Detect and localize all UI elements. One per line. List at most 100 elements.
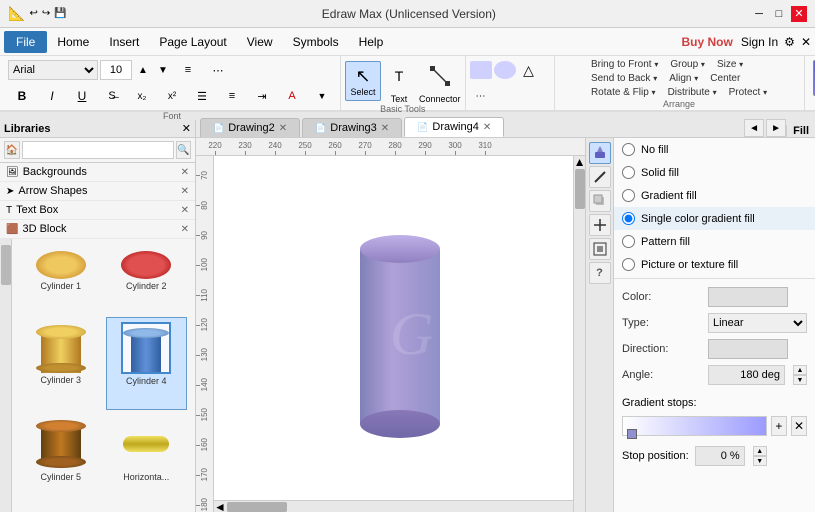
shape-more-button[interactable]: ⋯: [470, 87, 492, 105]
fill-radio-no-fill[interactable]: [622, 143, 635, 156]
menu-symbols[interactable]: Symbols: [283, 31, 349, 53]
menu-home[interactable]: Home: [47, 31, 99, 53]
subscript-button[interactable]: x₂: [128, 84, 156, 108]
tab-drawing3[interactable]: 📄 Drawing3 ✕: [302, 118, 402, 137]
numbered-list-button[interactable]: ≡: [218, 84, 246, 108]
cylinder-drawing[interactable]: G: [360, 229, 440, 439]
help-icon[interactable]: ?: [589, 262, 611, 284]
vscroll-thumb[interactable]: [575, 169, 585, 209]
fill-option-pattern[interactable]: Pattern fill: [614, 230, 815, 253]
lib-item-3d-block[interactable]: 🟫 3D Block ✕: [0, 220, 195, 239]
position-icon[interactable]: [589, 238, 611, 260]
tab-drawing3-close[interactable]: ✕: [381, 123, 389, 134]
align-left-button[interactable]: ≡: [174, 58, 202, 82]
quick-access-redo[interactable]: ↪: [42, 8, 50, 19]
fill-option-no-fill[interactable]: No fill: [614, 138, 815, 161]
fill-radio-gradient[interactable]: [622, 189, 635, 202]
gradient-add-button[interactable]: +: [771, 416, 787, 436]
superscript-button[interactable]: x²: [158, 84, 186, 108]
bold-button[interactable]: B: [8, 84, 36, 108]
shape-item-cylinder3[interactable]: Cylinder 3: [20, 317, 102, 409]
fill-paint-icon[interactable]: [589, 142, 611, 164]
fill-option-solid[interactable]: Solid fill: [614, 161, 815, 184]
close-button[interactable]: ✕: [791, 6, 807, 22]
tab-nav-left[interactable]: ◄: [744, 119, 764, 137]
menu-file[interactable]: File: [4, 31, 47, 53]
minimize-button[interactable]: ─: [751, 6, 767, 22]
size-button[interactable]: Size ▾: [712, 58, 748, 71]
gradient-stop-handle[interactable]: [627, 429, 637, 439]
list-button[interactable]: ☰: [188, 84, 216, 108]
shape-item-cylinder4[interactable]: Cylinder 4: [106, 317, 188, 409]
bring-to-front-button[interactable]: Bring to Front ▾: [586, 58, 663, 71]
menu-view[interactable]: View: [237, 31, 283, 53]
lib-item-text-box[interactable]: T Text Box ✕: [0, 201, 195, 220]
fill-radio-solid[interactable]: [622, 166, 635, 179]
indent-button[interactable]: ⇥: [248, 84, 276, 108]
shape-item-cylinder1[interactable]: Cylinder 1: [20, 247, 102, 313]
lib-backgrounds-close[interactable]: ✕: [181, 167, 189, 178]
font-size-down-button[interactable]: ▼: [154, 58, 172, 82]
line-color-icon[interactable]: [589, 166, 611, 188]
text-button[interactable]: T: [383, 58, 415, 94]
select-button[interactable]: ↖ Select: [345, 61, 381, 101]
tab-drawing2[interactable]: 📄 Drawing2 ✕: [200, 118, 300, 137]
shape-circle-button[interactable]: [494, 61, 516, 79]
stop-pos-down-button[interactable]: ▼: [753, 456, 767, 466]
gradient-stops-bar[interactable]: [622, 416, 767, 436]
quick-access-undo[interactable]: ↩: [29, 8, 37, 19]
color-swatch[interactable]: [708, 287, 788, 307]
angle-down-button[interactable]: ▼: [793, 375, 807, 385]
lib-3d-block-close[interactable]: ✕: [181, 224, 189, 235]
libraries-home-button[interactable]: 🏠: [4, 141, 20, 159]
size-icon[interactable]: [589, 214, 611, 236]
text-more-button[interactable]: ⋯: [204, 58, 232, 82]
close-app-icon[interactable]: ✕: [801, 35, 811, 49]
connector-button[interactable]: [424, 58, 456, 94]
shape-item-horizontal[interactable]: Horizonta...: [106, 414, 188, 504]
quick-access-save[interactable]: 💾: [54, 8, 66, 19]
shape-item-cylinder2[interactable]: Cylinder 2: [106, 247, 188, 313]
menu-insert[interactable]: Insert: [99, 31, 149, 53]
rotate-flip-button[interactable]: Rotate & Flip ▾: [586, 86, 661, 99]
shadow-icon[interactable]: [589, 190, 611, 212]
lib-arrow-shapes-close[interactable]: ✕: [181, 186, 189, 197]
strikethrough-button[interactable]: S̶: [98, 84, 126, 108]
tab-drawing4-close[interactable]: ✕: [483, 122, 491, 133]
font-expand-button[interactable]: ▼: [308, 84, 336, 108]
fill-radio-texture[interactable]: [622, 258, 635, 271]
gradient-remove-button[interactable]: ✕: [791, 416, 807, 436]
menu-help[interactable]: Help: [349, 31, 394, 53]
tab-nav-right[interactable]: ►: [766, 119, 786, 137]
angle-up-button[interactable]: ▲: [793, 365, 807, 375]
send-to-back-button[interactable]: Send to Back ▾: [586, 72, 662, 85]
font-size-input[interactable]: [100, 60, 132, 80]
tab-drawing4[interactable]: 📄 Drawing4 ✕: [404, 117, 504, 137]
underline-button[interactable]: U: [68, 84, 96, 108]
fill-option-single-gradient[interactable]: Single color gradient fill: [614, 207, 815, 230]
protect-button[interactable]: Protect ▾: [724, 86, 772, 99]
shape-tri-button[interactable]: △: [518, 61, 540, 79]
tab-drawing2-close[interactable]: ✕: [279, 123, 287, 134]
libraries-search-button[interactable]: 🔍: [176, 141, 192, 159]
sign-in-link[interactable]: Sign In: [741, 35, 778, 49]
lib-text-box-close[interactable]: ✕: [181, 205, 189, 216]
hscroll-thumb[interactable]: [227, 502, 287, 512]
font-color-button[interactable]: A: [278, 84, 306, 108]
hscroll-left-button[interactable]: ◄: [214, 501, 226, 512]
settings-icon[interactable]: ⚙: [784, 35, 795, 49]
menu-page-layout[interactable]: Page Layout: [149, 31, 236, 53]
shape-item-cylinder5[interactable]: Cylinder 5: [20, 414, 102, 504]
buy-now-link[interactable]: Buy Now: [681, 35, 732, 49]
libraries-close-button[interactable]: ✕: [182, 122, 191, 135]
canvas-vertical-scrollbar[interactable]: ▲: [573, 156, 585, 512]
canvas-horizontal-scrollbar[interactable]: ◄: [214, 500, 573, 512]
canvas-content[interactable]: G: [214, 156, 585, 512]
stop-pos-up-button[interactable]: ▲: [753, 446, 767, 456]
align-button[interactable]: Align ▾: [664, 72, 703, 85]
maximize-button[interactable]: □: [771, 6, 787, 22]
center-button[interactable]: Center: [705, 72, 745, 85]
lib-item-arrow-shapes[interactable]: ➤ Arrow Shapes ✕: [0, 182, 195, 201]
vscroll-up-button[interactable]: ▲: [574, 156, 585, 168]
direction-swatch[interactable]: [708, 339, 788, 359]
